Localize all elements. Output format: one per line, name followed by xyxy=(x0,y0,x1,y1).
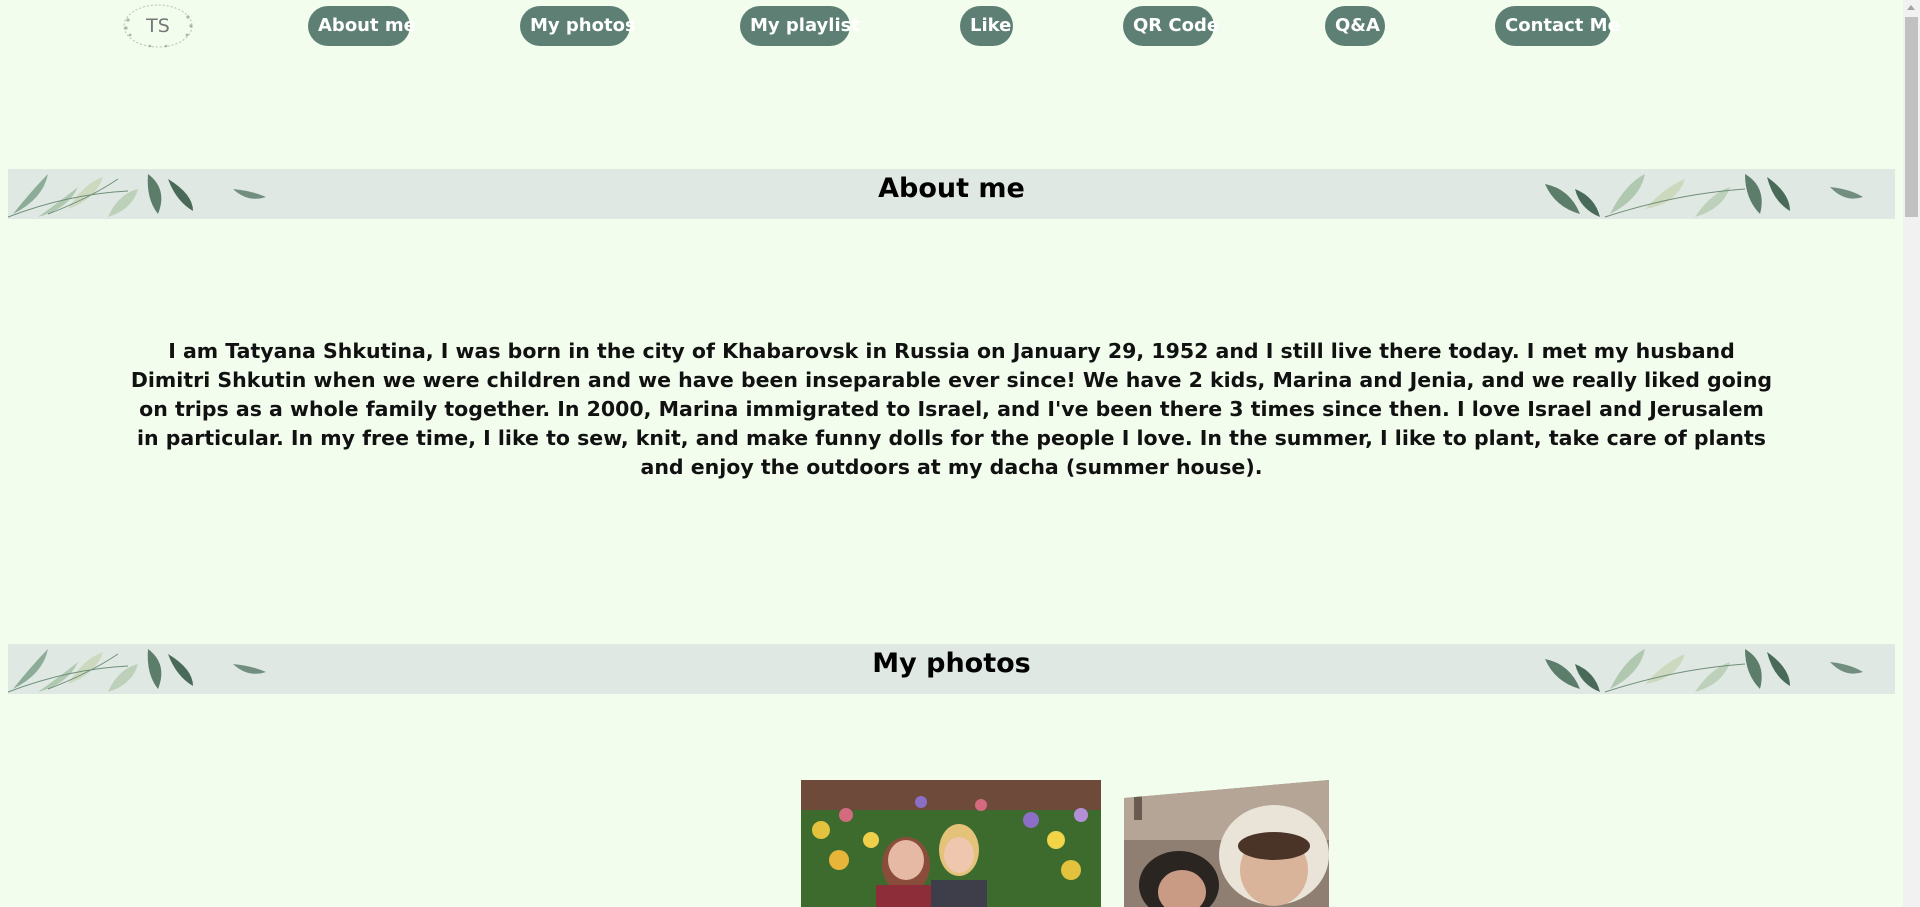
winter-photo-image xyxy=(1124,780,1329,907)
photos-section-banner: My photos xyxy=(8,644,1895,694)
garden-photo-image xyxy=(801,780,1101,907)
nav-qa-button[interactable]: Q&A xyxy=(1325,6,1385,46)
about-section-banner: About me xyxy=(8,169,1895,219)
about-paragraph: I am Tatyana Shkutina, I was born in the… xyxy=(130,339,1773,479)
photo-garden[interactable] xyxy=(801,780,1101,907)
nav-contact-me-button[interactable]: Contact Me xyxy=(1495,6,1620,46)
svg-text:TS: TS xyxy=(145,15,170,37)
nav-my-photos-button[interactable]: My photos xyxy=(520,6,636,46)
nav-like-button[interactable]: Like xyxy=(960,6,1013,46)
scroll-up-arrow-icon[interactable] xyxy=(1907,5,1915,10)
top-nav: TS About me My photos My playlist Like Q… xyxy=(0,0,1900,60)
scrollbar-thumb[interactable] xyxy=(1905,17,1918,217)
nav-my-playlist-button[interactable]: My playlist xyxy=(740,6,860,46)
page-scrollbar[interactable] xyxy=(1903,0,1920,907)
nav-about-me-button[interactable]: About me xyxy=(308,6,416,46)
leaves-decoration-icon xyxy=(1545,649,1863,693)
nav-qr-code-button[interactable]: QR Code xyxy=(1123,6,1219,46)
ts-monogram-wreath-icon: TS xyxy=(123,4,193,48)
leaves-decoration-icon xyxy=(1545,174,1863,218)
photo-winter[interactable] xyxy=(1124,780,1329,907)
page: TS About me My photos My playlist Like Q… xyxy=(0,0,1920,907)
logo[interactable]: TS xyxy=(120,2,196,50)
